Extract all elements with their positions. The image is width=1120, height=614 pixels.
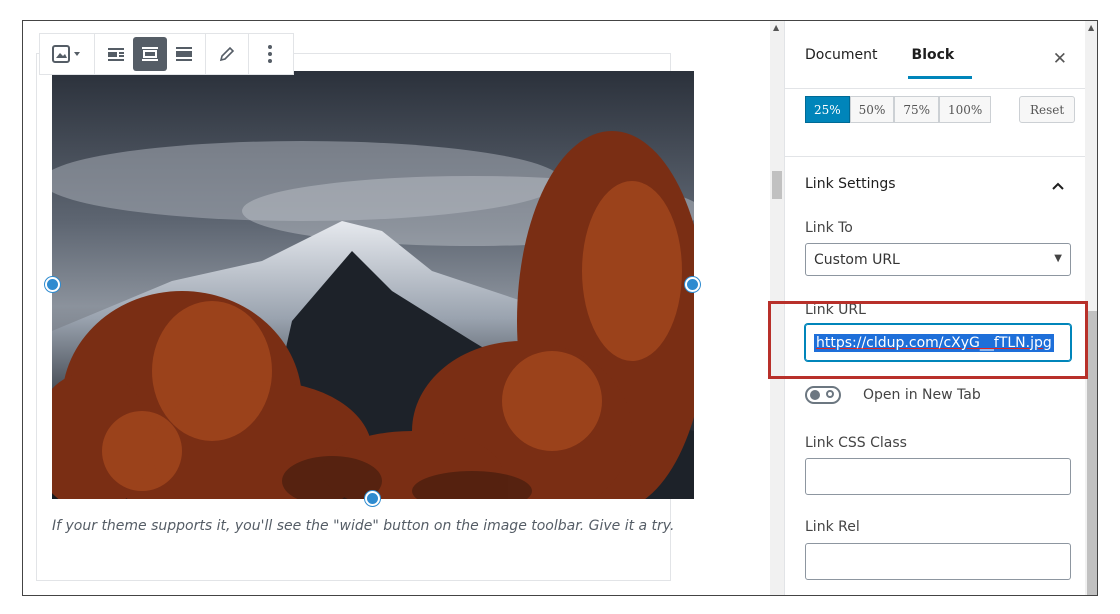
align-wide-button[interactable] <box>167 37 201 71</box>
size-75-button[interactable]: 75% <box>894 96 940 123</box>
link-url-highlight <box>768 301 1088 379</box>
link-css-class-input[interactable] <box>805 458 1071 495</box>
more-vertical-icon <box>268 45 272 63</box>
align-wide-icon <box>176 47 192 61</box>
sidebar-tabs: Document Block ✕ <box>785 21 1085 89</box>
size-50-button[interactable]: 50% <box>849 96 895 123</box>
link-to-label: Link To <box>805 220 853 236</box>
image-caption[interactable]: If your theme supports it, you'll see th… <box>52 518 692 534</box>
size-100-button[interactable]: 100% <box>939 96 992 123</box>
link-rel-label: Link Rel <box>805 519 860 535</box>
resize-handle-bottom[interactable] <box>365 491 380 506</box>
resize-handle-right[interactable] <box>685 277 700 292</box>
caret-down-icon: ▼ <box>1054 253 1062 264</box>
link-css-class-label: Link CSS Class <box>805 435 907 451</box>
change-block-type-button[interactable] <box>44 37 90 71</box>
mountain-image[interactable] <box>52 71 694 499</box>
chevron-down-icon <box>74 52 80 56</box>
link-to-select[interactable]: Custom URL ▼ <box>805 243 1071 276</box>
reset-button[interactable]: Reset <box>1019 96 1076 123</box>
tab-block[interactable]: Block <box>907 29 972 81</box>
scroll-up-icon[interactable]: ▲ <box>1088 23 1094 32</box>
tab-document[interactable]: Document <box>805 29 878 81</box>
editor-window: If your theme supports it, you'll see th… <box>22 20 1098 596</box>
new-tab-toggle[interactable] <box>805 386 841 404</box>
new-tab-label: Open in New Tab <box>863 387 981 403</box>
close-icon[interactable]: ✕ <box>1053 49 1067 69</box>
new-tab-row: Open in New Tab <box>805 386 981 404</box>
align-center-button[interactable] <box>133 37 167 71</box>
panel-divider <box>785 156 1085 157</box>
link-to-value: Custom URL <box>814 251 900 268</box>
chevron-up-icon[interactable] <box>1051 176 1065 195</box>
block-toolbar <box>39 33 294 75</box>
resize-handle-left[interactable] <box>45 277 60 292</box>
image-size-buttons: 25% 50% 75% 100% <box>805 96 992 123</box>
more-options-button[interactable] <box>253 37 287 71</box>
sidebar-scrollbar-thumb[interactable] <box>1087 311 1097 595</box>
align-center-icon <box>142 47 158 61</box>
scroll-up-icon[interactable]: ▲ <box>773 23 779 32</box>
link-rel-input[interactable] <box>805 543 1071 580</box>
align-left-button[interactable] <box>99 37 133 71</box>
editor-scrollbar-thumb[interactable] <box>772 171 782 199</box>
image-icon <box>52 45 80 63</box>
edit-image-button[interactable] <box>210 37 244 71</box>
size-25-button[interactable]: 25% <box>805 96 850 123</box>
link-settings-title[interactable]: Link Settings <box>805 176 896 192</box>
editor-canvas: If your theme supports it, you'll see th… <box>23 21 770 595</box>
edit-icon <box>219 46 235 62</box>
align-left-icon <box>108 48 124 61</box>
